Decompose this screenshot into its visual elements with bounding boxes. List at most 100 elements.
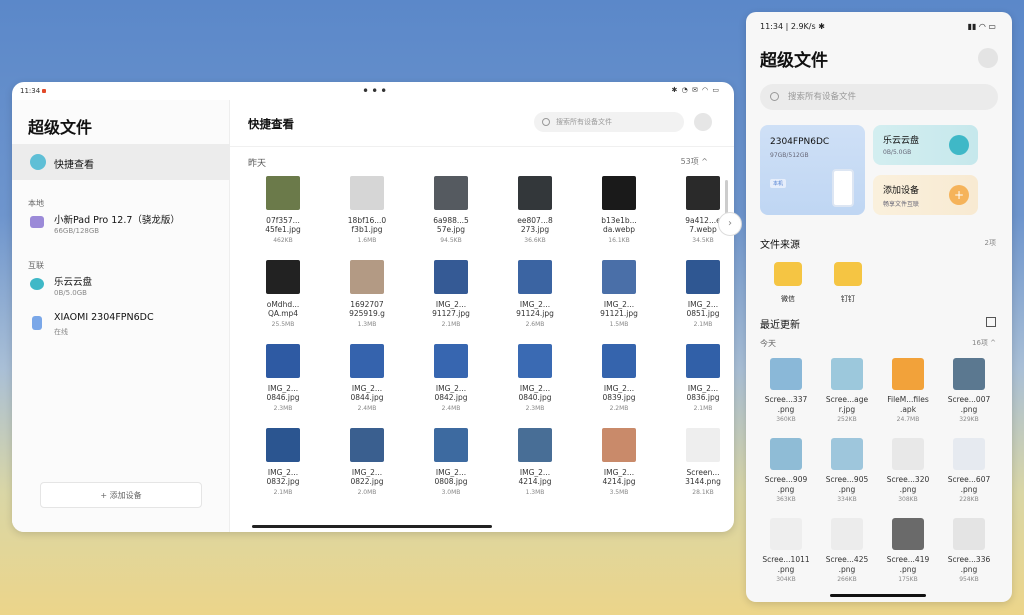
file-size: 1.6MB [357, 237, 377, 244]
sidebar-item-phone[interactable]: XIAOMI 2304FPN6DC 在线 [30, 312, 230, 342]
file-name: Scree...419 [886, 555, 930, 564]
file-thumbnail [266, 344, 300, 378]
file-tile[interactable]: IMG_2... 91127.jpg 2.1MB [416, 260, 486, 340]
file-name: IMG_2... [435, 384, 467, 393]
file-thumbnail [266, 176, 300, 210]
file-tile[interactable]: ee807...8 273.jpg 36.6KB [500, 176, 570, 256]
file-name: Scree...909 [764, 475, 808, 484]
add-device-card[interactable]: 添加设备 畅享文件互联 + [873, 175, 978, 215]
recent-file-tile[interactable]: Scree...419 .png 175KB [878, 518, 938, 598]
file-thumbnail [686, 428, 720, 462]
file-thumbnail [350, 176, 384, 210]
file-tile[interactable]: Screen... 3144.png 28.1KB [668, 428, 734, 508]
file-name: Scree...007 [947, 395, 991, 404]
file-thumbnail [831, 438, 863, 470]
file-tile[interactable]: oMdhd... QA.mp4 25.5MB [248, 260, 318, 340]
file-name-ext: 0842.jpg [434, 393, 468, 402]
file-thumbnail [266, 428, 300, 462]
phone-search-input[interactable]: 搜索所有设备文件 [760, 84, 998, 110]
file-size: 25.5MB [271, 321, 295, 328]
sidebar-item-quick-view[interactable]: 快捷查看 [12, 144, 230, 180]
file-name-ext: 0836.jpg [686, 393, 720, 402]
avatar[interactable] [694, 113, 712, 131]
file-tile[interactable]: IMG_2... 91121.jpg 1.5MB [584, 260, 654, 340]
recent-file-tile[interactable]: Scree...905 .png 334KB [817, 438, 877, 518]
file-thumbnail [350, 428, 384, 462]
sidebar-item-cloud[interactable]: 乐云云盘 0B/5.0GB [30, 274, 230, 304]
file-name-ext: .png [777, 485, 795, 494]
recent-file-tile[interactable]: Scree...1011 .png 304KB [756, 518, 816, 598]
file-name-ext: 91127.jpg [432, 309, 470, 318]
more-dots-icon[interactable]: ••• [362, 84, 389, 98]
file-name-ext: .png [777, 405, 795, 414]
file-name: IMG_2... [687, 300, 719, 309]
file-tile[interactable]: IMG_2... 0808.jpg 3.0MB [416, 428, 486, 508]
item-count-toggle[interactable]: 53项 ^ [681, 156, 708, 167]
file-tile[interactable]: IMG_2... 0822.jpg 2.0MB [332, 428, 402, 508]
view-toggle-icon[interactable] [986, 317, 996, 327]
file-thumbnail [953, 438, 985, 470]
recent-file-tile[interactable]: FileM...files .apk 24.7MB [878, 358, 938, 438]
recent-file-tile[interactable]: Scree...336 .png 954KB [939, 518, 999, 598]
file-name-ext: .png [960, 405, 978, 414]
today-count-toggle[interactable]: 16项 ^ [972, 338, 996, 348]
file-tile[interactable]: 07f357... 45fe1.jpg 462KB [248, 176, 318, 256]
file-size: 360KB [776, 416, 796, 423]
file-tile[interactable]: IMG_2... 0844.jpg 2.4MB [332, 344, 402, 424]
recent-file-tile[interactable]: Scree...909 .png 363KB [756, 438, 816, 518]
file-thumbnail [602, 428, 636, 462]
file-tile[interactable]: IMG_2... 0832.jpg 2.1MB [248, 428, 318, 508]
file-name-ext: .apk [899, 405, 917, 414]
file-name-ext: 0846.jpg [266, 393, 300, 402]
file-thumbnail [686, 344, 720, 378]
recent-file-tile[interactable]: Scree...007 .png 329KB [939, 358, 999, 438]
status-icons: ✱ ◔ ✉ ◠ ▭ [671, 86, 720, 94]
add-card-sub: 畅享文件互联 [883, 201, 920, 208]
file-name-ext: 4214.jpg [518, 477, 552, 486]
file-tile[interactable]: IMG_2... 0840.jpg 2.3MB [500, 344, 570, 424]
file-thumbnail [518, 176, 552, 210]
file-tile[interactable]: 1692707 925919.g 1.3MB [332, 260, 402, 340]
sidebar-item-local-device[interactable]: 小新Pad Pro 12.7（骁龙版） 66GB/128GB [30, 212, 230, 242]
file-tile[interactable]: b13e1b... da.webp 16.1KB [584, 176, 654, 256]
phone-avatar[interactable] [978, 48, 998, 68]
file-size: 2.0MB [357, 489, 377, 496]
file-tile[interactable]: IMG_2... 0839.jpg 2.2MB [584, 344, 654, 424]
phone-window: 11:34 | 2.9K/s ✱ ▮▮ ◠ ▭ 超级文件 搜索所有设备文件 23… [746, 12, 1012, 602]
search-input[interactable]: 搜索所有设备文件 [534, 112, 684, 132]
file-tile[interactable]: 18bf16...0 f3b1.jpg 1.6MB [332, 176, 402, 256]
add-device-button[interactable]: + 添加设备 [40, 482, 202, 508]
file-thumbnail [770, 438, 802, 470]
file-tile[interactable]: IMG_2... 0851.jpg 2.1MB [668, 260, 734, 340]
device-card[interactable]: 2304FPN6DC 97GB/512GB 本机 [760, 125, 865, 215]
file-tile[interactable]: IMG_2... 0842.jpg 2.4MB [416, 344, 486, 424]
file-name: Scree...607 [947, 475, 991, 484]
file-thumbnail [266, 260, 300, 294]
file-tile[interactable]: IMG_2... 4214.jpg 1.3MB [500, 428, 570, 508]
recent-file-tile[interactable]: Scree...age r.jpg 252KB [817, 358, 877, 438]
file-name-ext: QA.mp4 [267, 309, 299, 318]
page-title: 快捷查看 [248, 117, 294, 131]
file-tile[interactable]: IMG_2... 4214.jpg 3.5MB [584, 428, 654, 508]
expand-chevron-icon[interactable]: › [718, 212, 742, 236]
recent-file-tile[interactable]: Scree...607 .png 228KB [939, 438, 999, 518]
recent-file-tile[interactable]: Scree...337 .png 360KB [756, 358, 816, 438]
file-name-ext: .png [960, 485, 978, 494]
file-name-ext: 0839.jpg [602, 393, 636, 402]
file-name: IMG_2... [519, 300, 551, 309]
file-tile[interactable]: IMG_2... 91124.jpg 2.6MB [500, 260, 570, 340]
cloud-card[interactable]: 乐云云盘 0B/5.0GB [873, 125, 978, 165]
file-thumbnail [892, 358, 924, 390]
source-label: 微信 [781, 295, 795, 303]
phone-app-title: 超级文件 [760, 51, 828, 71]
file-tile[interactable]: 6a988...5 57e.jpg 94.5KB [416, 176, 486, 256]
recent-file-tile[interactable]: Scree...320 .png 308KB [878, 438, 938, 518]
recent-file-tile[interactable]: Scree...425 .png 266KB [817, 518, 877, 598]
home-indicator [252, 525, 492, 528]
this-device-badge: 本机 [770, 179, 787, 188]
file-name-ext: .png [777, 565, 795, 574]
file-tile[interactable]: IMG_2... 0846.jpg 2.3MB [248, 344, 318, 424]
file-thumbnail [770, 358, 802, 390]
file-tile[interactable]: IMG_2... 0836.jpg 2.1MB [668, 344, 734, 424]
section-interconnect: 互联 [28, 261, 44, 270]
